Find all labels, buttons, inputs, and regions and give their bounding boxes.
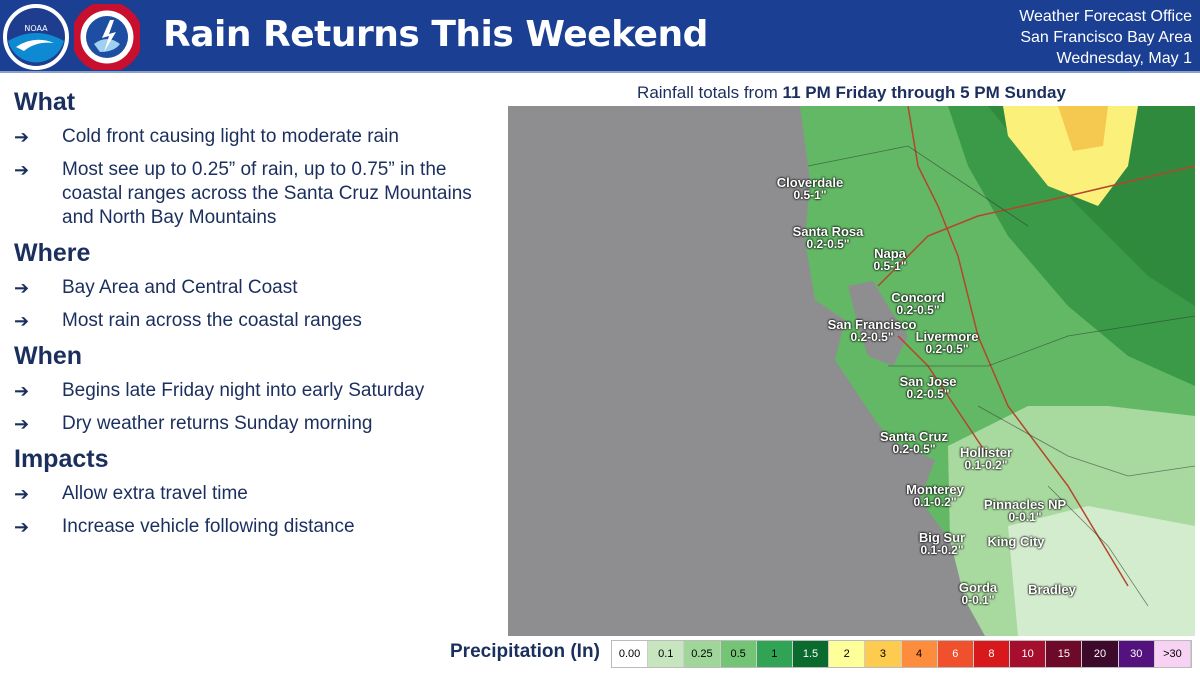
map-label-pinnacles-np: Pinnacles NP 0-0.1" [984,498,1066,524]
rainfall-amount: 0-0.1" [1008,510,1042,524]
map-label-napa: Napa 0.5-1" [873,247,906,273]
bullet-text: Increase vehicle following distance [62,516,355,537]
map-label-concord: Concord 0.2-0.5" [891,291,944,317]
arrow-icon: ➔ [14,484,30,504]
legend-bin: 2 [829,641,866,667]
arrow-icon: ➔ [14,414,30,434]
arrow-icon: ➔ [14,311,30,331]
rainfall-amount: 0.2-0.5" [806,237,850,251]
legend-bin: >30 [1154,641,1191,667]
briefing-text: What ➔ Cold front causing light to moderat… [14,88,484,548]
legend-bin: 15 [1046,641,1083,667]
map-title-prefix: Rainfall totals from [637,83,783,102]
map-label-big-sur: Big Sur 0.1-0.2" [919,531,965,557]
rainfall-amount: 0.2-0.5" [892,442,936,456]
rainfall-amount: 0.5-1" [793,188,827,202]
nws-logo [71,1,143,73]
bullet-item: ➔ Begins late Friday night into early Sat… [14,379,484,403]
lightest-rain-zone [1008,506,1195,636]
rainfall-amount: 0.2-0.5" [896,303,940,317]
map-title: Rainfall totals from 11 PM Friday throug… [508,83,1195,103]
rainfall-amount: 0.2-0.5" [850,330,894,344]
map-label-gorda: Gorda 0-0.1" [959,581,997,607]
bullet-text: Dry weather returns Sunday morning [62,413,373,434]
section-what: What ➔ Cold front causing light to moderat… [14,88,484,230]
rainfall-amount: 0-0.1" [961,593,995,607]
bullet-item: ➔ Increase vehicle following distance [14,515,484,539]
legend-bin: 30 [1118,641,1155,667]
page-title: Rain Returns This Weekend [163,14,708,55]
bullet-item: ➔ Most see up to 0.25” of rain, up to 0.7… [14,158,484,230]
header-banner: NOAA Rain Returns This Weekend Weather F… [0,0,1200,73]
legend-bin: 0.5 [720,641,757,667]
rainfall-amount: 0.1-0.2" [913,495,957,509]
rainfall-amount: 0.2-0.5" [906,387,950,401]
bullet-text: Allow extra travel time [62,483,248,504]
arrow-icon: ➔ [14,127,30,147]
arrow-icon: ➔ [14,278,30,298]
section-where: Where ➔ Bay Area and Central Coast ➔ Most ra… [14,239,484,333]
section-impacts: Impacts ➔ Allow extra travel time ➔ Increase… [14,445,484,539]
rainfall-amount: 0.5-1" [873,259,907,273]
legend-bin: 0.00 [612,641,649,667]
map-label-king-city: King City [987,535,1044,548]
rainfall-amount: 0.1-0.2" [964,458,1008,472]
arrow-icon: ➔ [14,381,30,401]
legend-bin: 1 [756,641,793,667]
arrow-icon: ➔ [14,517,30,537]
bullet-text: Most rain across the coastal ranges [62,310,362,331]
rainfall-map-shading [800,106,1195,636]
map-title-period: 11 PM Friday through 5 PM Sunday [782,83,1066,102]
bullet-text: Begins late Friday night into early Satu… [62,380,425,401]
map-label-bradley: Bradley [1028,583,1076,596]
bullet-text: Cold front causing light to moderate rai… [62,126,399,147]
noaa-logo: NOAA [3,4,69,70]
section-heading: What [14,88,76,116]
rainfall-amount: 0.2-0.5" [925,342,969,356]
bullet-item: ➔ Most rain across the coastal ranges [14,309,484,333]
location-name: Bradley [1028,582,1076,597]
rainfall-map: Cloverdale 0.5-1" Santa Rosa 0.2-0.5" Napa 0.… [508,106,1195,636]
bullet-text: Bay Area and Central Coast [62,277,298,298]
legend-bin: 4 [901,641,938,667]
section-heading: Where [14,239,91,267]
map-label-livermore: Livermore 0.2-0.5" [916,330,979,356]
legend-bin: 1.5 [792,641,830,667]
section-heading: Impacts [14,445,109,473]
bullet-text: Most see up to 0.25” of rain, up to 0.75… [62,159,472,228]
map-label-cloverdale: Cloverdale 0.5-1" [777,176,843,202]
arrow-icon: ➔ [14,160,30,180]
bullet-item: ➔ Cold front causing light to moderate ra… [14,125,484,149]
map-label-monterey: Monterey 0.1-0.2" [906,483,964,509]
legend-bin: 6 [937,641,974,667]
precip-legend: 0.00 0.1 0.25 0.5 1 1.5 2 3 4 6 8 10 15 20 30 >30 [611,640,1192,668]
map-label-san-francisco: San Francisco 0.2-0.5" [828,318,917,344]
rainfall-amount: 0.1-0.2" [920,543,964,557]
location-name: King City [987,534,1045,549]
bullet-item: ➔ Bay Area and Central Coast [14,276,484,300]
office-region: San Francisco Bay Area [1020,29,1192,46]
legend-bin: 0.1 [648,641,685,667]
map-label-santa-cruz: Santa Cruz 0.2-0.5" [880,430,948,456]
office-info: Weather Forecast Office San Francisco Ba… [1019,6,1192,69]
legend-bin: 20 [1082,641,1119,667]
legend-bin: 0.25 [684,641,721,667]
map-label-hollister: Hollister 0.1-0.2" [960,446,1012,472]
map-label-san-jose: San Jose 0.2-0.5" [899,375,956,401]
legend-label: Precipitation (In) [450,641,600,662]
map-label-santa-rosa: Santa Rosa 0.2-0.5" [793,225,864,251]
section-heading: When [14,342,83,370]
legend-bin: 3 [865,641,902,667]
issue-date: Wednesday, May 1 [1056,50,1192,67]
svg-text:NOAA: NOAA [24,24,48,33]
bullet-item: ➔ Allow extra travel time [14,482,484,506]
section-when: When ➔ Begins late Friday night into early… [14,342,484,436]
bullet-item: ➔ Dry weather returns Sunday morning [14,412,484,436]
legend-bin: 8 [973,641,1011,667]
office-name: Weather Forecast Office [1019,8,1192,25]
legend-bin: 10 [1010,641,1047,667]
